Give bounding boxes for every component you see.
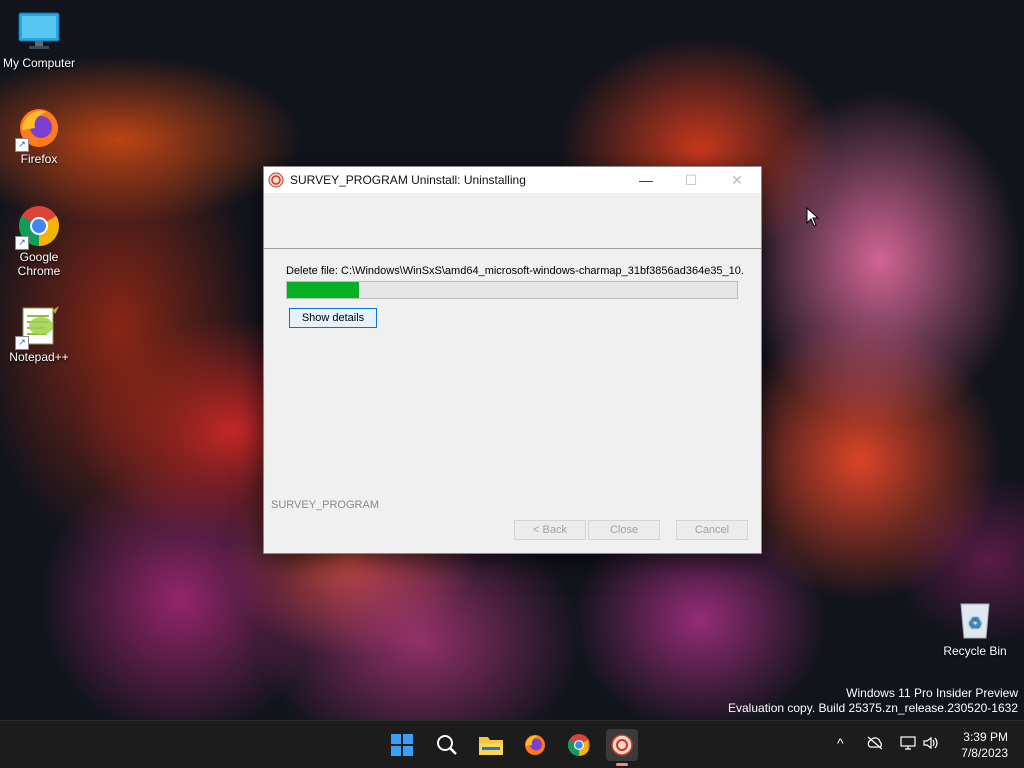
back-button[interactable]: < Back: [514, 520, 586, 540]
minimize-button[interactable]: —: [624, 167, 668, 193]
desktop-icon-notepadpp[interactable]: ↗ Notepad++: [1, 304, 77, 364]
desktop-icon-label: Recycle Bin: [943, 644, 1007, 658]
close-button[interactable]: Close: [588, 520, 660, 540]
chrome-icon[interactable]: [563, 729, 595, 761]
shortcut-arrow-icon: ↗: [15, 138, 29, 152]
window-titlebar[interactable]: SURVEY_PROGRAM Uninstall: Uninstalling —…: [264, 167, 761, 193]
maximize-button[interactable]: ☐: [669, 167, 713, 193]
firefox-icon: ↗: [15, 106, 61, 152]
network-icon[interactable]: [899, 735, 917, 754]
search-icon[interactable]: [431, 729, 463, 761]
desktop-icon-label: Firefox: [20, 152, 58, 166]
shortcut-arrow-icon: ↗: [15, 236, 29, 250]
start-icon[interactable]: [386, 729, 418, 761]
windows-watermark: Windows 11 Pro Insider Preview Evaluatio…: [728, 686, 1018, 716]
watermark-line-1: Windows 11 Pro Insider Preview: [846, 686, 1018, 700]
desktop-icon-my-computer[interactable]: My Computer: [1, 10, 77, 70]
window-title: SURVEY_PROGRAM Uninstall: Uninstalling: [290, 173, 526, 187]
wizard-header: [264, 193, 761, 249]
status-text: Delete file: C:\Windows\WinSxS\amd64_mic…: [286, 265, 744, 277]
tray-chevron-icon[interactable]: ^: [837, 735, 844, 751]
brand-text: SURVEY_PROGRAM: [271, 499, 379, 511]
progress-bar: [286, 281, 738, 299]
shortcut-arrow-icon: ↗: [15, 336, 29, 350]
progress-fill: [287, 282, 359, 298]
firefox-icon[interactable]: [519, 729, 551, 761]
uninstaller-window: SURVEY_PROGRAM Uninstall: Uninstalling —…: [263, 166, 762, 554]
show-details-button[interactable]: Show details: [289, 308, 377, 328]
taskbar: ^ 3:39 PM 7/8/2023: [0, 720, 1024, 768]
survey-program-icon[interactable]: [606, 729, 638, 761]
chrome-icon: ↗: [15, 204, 61, 250]
clock-date: 7/8/2023: [961, 746, 1008, 760]
cancel-button[interactable]: Cancel: [676, 520, 748, 540]
svg-text:♻: ♻: [968, 613, 982, 632]
desktop-icon-label: My Computer: [2, 56, 76, 70]
clock-time: 3:39 PM: [963, 730, 1008, 744]
file-explorer-icon[interactable]: [475, 729, 507, 761]
cloud-offline-icon[interactable]: [866, 735, 884, 754]
app-icon: [268, 172, 284, 188]
watermark-line-2: Evaluation copy. Build 25375.zn_release.…: [728, 701, 1018, 715]
desktop-icon-firefox[interactable]: ↗ Firefox: [1, 106, 77, 166]
notepadpp-icon: ↗: [15, 304, 61, 350]
desktop-icon-label: Google Chrome: [17, 250, 61, 278]
close-window-button[interactable]: ✕: [715, 167, 759, 193]
active-app-indicator: [616, 763, 628, 766]
clock[interactable]: 3:39 PM 7/8/2023: [948, 729, 1008, 761]
recycle-bin-icon: ♻: [953, 598, 997, 642]
desktop-icon-recycle-bin[interactable]: ♻ Recycle Bin: [937, 598, 1013, 658]
desktop-icon-label: Notepad++: [9, 350, 69, 364]
desktop-icon-google-chrome[interactable]: ↗ Google Chrome: [1, 204, 77, 278]
volume-icon[interactable]: [922, 735, 940, 754]
mouse-cursor-icon: [806, 206, 820, 230]
monitor-icon: [17, 10, 61, 54]
